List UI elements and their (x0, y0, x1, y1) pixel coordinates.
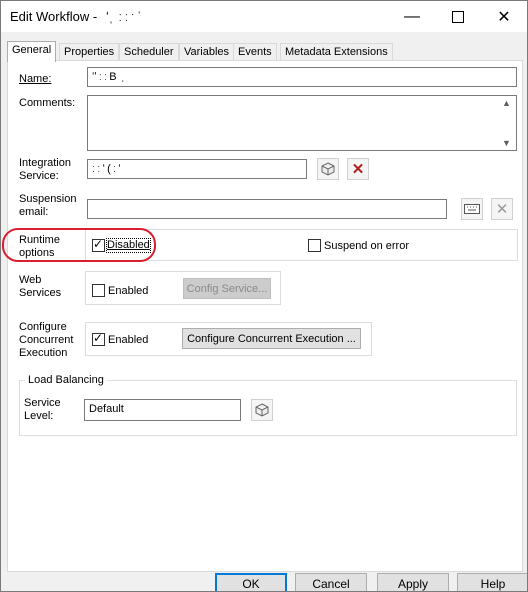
name-label: Name: (19, 73, 52, 85)
close-icon: ✕ (497, 8, 511, 26)
suspend-on-error-label[interactable]: Suspend on error (324, 240, 409, 253)
clear-integration-service-button[interactable]: ✕ (347, 158, 369, 180)
help-button[interactable]: Help (457, 573, 527, 591)
web-enabled-label[interactable]: Enabled (108, 285, 148, 298)
tab-scheduler[interactable]: Scheduler (119, 43, 179, 61)
tab-metadata-extensions[interactable]: Metadata Extensions (280, 43, 393, 61)
checkmark-icon: ✓ (93, 331, 104, 345)
concurrent-execution-label: Configure Concurrent Execution (19, 321, 74, 359)
browse-service-level-button[interactable] (251, 399, 273, 421)
scroll-up-icon[interactable]: ▲ (502, 98, 511, 108)
suspension-email-label: Suspension email: (19, 193, 77, 218)
email-lookup-button[interactable] (461, 198, 483, 220)
tab-events[interactable]: Events (233, 43, 277, 61)
config-service-button[interactable]: Config Service... (183, 278, 271, 299)
browse-integration-service-button[interactable] (317, 158, 339, 180)
cancel-button[interactable]: Cancel (295, 573, 367, 591)
delete-x-icon: ✕ (351, 161, 365, 178)
configure-concurrent-execution-button[interactable]: Configure Concurrent Execution ... (182, 328, 361, 349)
edit-workflow-dialog: Edit Workflow - ʻˌ ː ː ˑ ˈ — ✕ General P… (0, 0, 528, 592)
general-tab-panel: Name: ʻʹ ː ː B ˌ Comments: ▲ ▼ Integrati… (7, 60, 523, 572)
highlight-oval (2, 228, 156, 262)
name-input[interactable]: ʻʹ ː ː B ˌ (87, 67, 517, 87)
cube-icon (321, 162, 335, 176)
apply-button[interactable]: Apply (377, 573, 449, 591)
maximize-icon (452, 10, 464, 23)
web-services-label: Web Services (19, 274, 62, 299)
minimize-icon: — (404, 7, 420, 25)
minimize-button[interactable]: — (389, 1, 435, 32)
cube-icon (255, 403, 269, 417)
scroll-down-icon[interactable]: ▼ (502, 138, 511, 148)
clear-email-button[interactable]: ✕ (491, 198, 513, 220)
delete-x-icon: ✕ (495, 201, 509, 218)
service-level-input[interactable]: Default (84, 399, 241, 421)
integration-service-label: Integration Service: (19, 157, 71, 182)
comments-label: Comments: (19, 97, 76, 109)
concurrent-enabled-label[interactable]: Enabled (108, 334, 148, 347)
keyboard-icon (464, 204, 480, 214)
suspension-email-input[interactable] (87, 199, 447, 219)
load-balancing-title: Load Balancing (25, 374, 107, 387)
ok-button[interactable]: OK (215, 573, 287, 591)
concurrent-enabled-checkbox[interactable]: ✓ (92, 331, 105, 346)
comments-textarea[interactable]: ▲ ▼ (87, 95, 517, 151)
suspend-on-error-checkbox[interactable] (308, 239, 321, 252)
title-bar: Edit Workflow - ʻˌ ː ː ˑ ˈ — ✕ (1, 1, 527, 32)
tab-general[interactable]: General (7, 41, 57, 62)
web-enabled-checkbox[interactable] (92, 284, 105, 297)
integration-service-input[interactable]: ː ː ʻ ( ː ʻ (87, 159, 307, 179)
tab-properties[interactable]: Properties (59, 43, 120, 61)
close-button[interactable]: ✕ (481, 1, 527, 32)
service-level-label: Service Level: (24, 397, 61, 422)
tab-variables[interactable]: Variables (179, 43, 235, 61)
maximize-button[interactable] (435, 1, 481, 32)
window-title: Edit Workflow - ʻˌ ː ː ˑ ˈ (10, 9, 142, 24)
